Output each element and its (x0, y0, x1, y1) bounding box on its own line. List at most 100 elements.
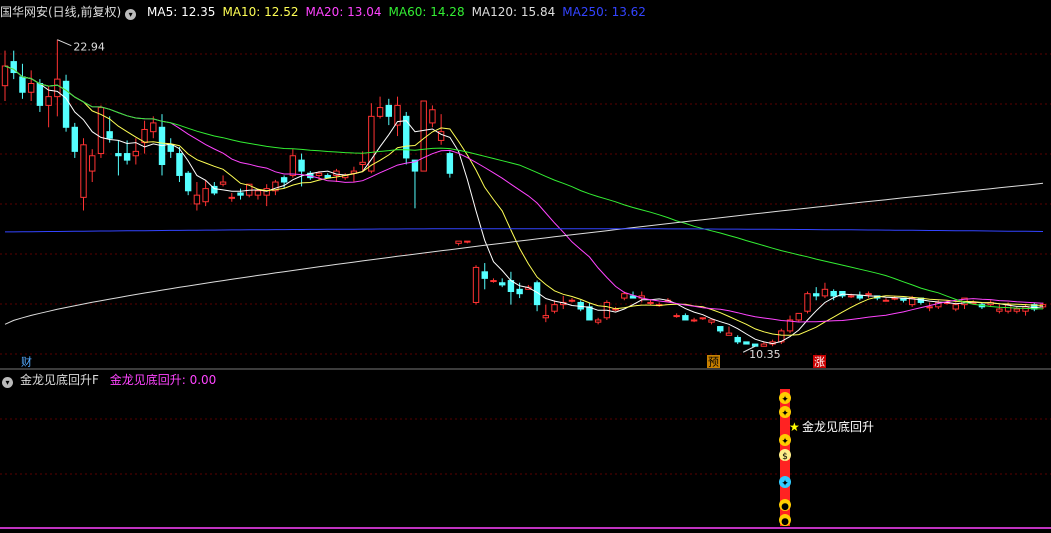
candle-down (123, 153, 131, 161)
candle-up (996, 308, 1003, 312)
candle-up (359, 161, 366, 166)
candle-up (80, 144, 87, 198)
candle-down (743, 341, 750, 345)
candle-up (690, 319, 698, 322)
candle-up (551, 304, 558, 312)
candle-up (490, 280, 497, 283)
candle-down (36, 82, 44, 106)
candle-up (699, 317, 707, 320)
candle-up (193, 194, 201, 205)
candle-down (813, 293, 820, 297)
ma-legend-item: MA60: 14.28 (388, 5, 465, 19)
candle-up (882, 299, 890, 302)
background (0, 0, 1051, 533)
candle-up (804, 293, 811, 312)
candle-up (621, 293, 628, 299)
candle-down (106, 131, 113, 139)
ma-legend-item: MA10: 12.52 (222, 5, 299, 19)
candle-down (586, 306, 593, 321)
candle-up (429, 109, 436, 124)
candle-up (228, 196, 235, 199)
candle-up (219, 181, 227, 185)
candle-up (795, 312, 802, 321)
candle-down (856, 295, 864, 299)
candle-up (54, 78, 61, 98)
candle-up (132, 150, 140, 157)
signal-label: 金龙见底回升 (802, 419, 874, 434)
marker-yu[interactable]: 预 (708, 356, 719, 369)
candle-up (289, 155, 297, 176)
candle-down (385, 104, 393, 117)
indicator-name[interactable]: 金龙见底回升F (20, 373, 99, 387)
candle-up (1022, 306, 1029, 312)
candle-down (498, 282, 506, 286)
candle-down (167, 144, 174, 152)
candle-up (708, 319, 715, 323)
candle-down (751, 343, 759, 347)
candle-up (568, 299, 576, 302)
ma-legend-item: MA20: 13.04 (305, 5, 382, 19)
candle-down (324, 174, 331, 179)
candle-up (202, 188, 209, 203)
candle-up (472, 266, 480, 303)
candle-up (150, 122, 157, 133)
candle-down (115, 153, 122, 157)
dropdown-icon[interactable]: ▾ (2, 377, 13, 388)
candle-down (717, 326, 724, 332)
candle-up (1013, 308, 1021, 312)
candle-up (865, 293, 872, 296)
min-price-label: 10.35 (749, 348, 781, 361)
candle-up (926, 306, 933, 309)
candle-down (176, 153, 183, 176)
candle-up (952, 304, 959, 310)
candle-up (315, 172, 323, 176)
marker-zhang[interactable]: 涨 (814, 356, 825, 369)
candle-down (481, 271, 488, 279)
coin-icon-glyph: $ (782, 452, 788, 462)
candle-up (45, 96, 52, 106)
candle-up (673, 315, 680, 318)
candle-up (725, 332, 733, 336)
stock-title[interactable]: 国华网安(日线,前复权) (0, 5, 121, 19)
candle-up (263, 188, 270, 196)
candle-up (368, 115, 375, 172)
candle-down (298, 159, 305, 172)
candle-up (1, 65, 9, 87)
coin-icon-glyph: ● (781, 517, 789, 527)
candle-up (464, 240, 471, 243)
candle-up (420, 100, 427, 172)
candle-up (821, 288, 829, 297)
candle-up (847, 295, 855, 298)
candle-down (280, 177, 288, 183)
candle-up (455, 240, 462, 244)
indicator-header: ▾ 金龙见底回升F 金龙见底回升: 0.00 (0, 371, 223, 389)
candle-down (184, 172, 192, 192)
candle-down (446, 153, 454, 174)
main-header: 国华网安(日线,前复权) ▾ MA5: 12.35 MA10: 12.52 MA20:… (0, 3, 660, 21)
ma-legend-item: MA250: 13.62 (562, 5, 646, 19)
candle-up (542, 315, 550, 319)
candle-up (594, 319, 602, 323)
candle-down (516, 288, 523, 295)
candle-down (71, 126, 78, 152)
candle-up (647, 301, 654, 304)
candle-up (376, 107, 384, 117)
ma-legend-item: MA5: 12.35 (147, 5, 216, 19)
candle-down (19, 76, 26, 93)
chart-canvas[interactable]: 22.94 10.35 财 预 涨 ✦ ✦ ✦ $ ✦ ● ● ★ 金龙见底回升 (0, 0, 1051, 533)
dropdown-icon[interactable]: ▾ (125, 9, 137, 20)
candle-up (27, 82, 35, 93)
butterfly-icon-glyph: ✦ (781, 437, 789, 447)
ma-legend: MA5: 12.35 MA10: 12.52 MA20: 13.04 MA60: 14… (147, 5, 653, 19)
candle-up (760, 343, 768, 347)
marker-cai[interactable]: 财 (21, 355, 32, 369)
candle-up (254, 190, 262, 196)
star-icon: ★ (789, 420, 800, 434)
max-price-label: 22.94 (73, 41, 105, 54)
butterfly-icon-glyph: ✦ (781, 479, 789, 489)
candle-down (734, 336, 741, 343)
candle-down (682, 315, 689, 321)
indicator-value: 金龙见底回升: 0.00 (109, 373, 217, 387)
candle-up (891, 297, 898, 300)
candle-down (830, 291, 837, 297)
